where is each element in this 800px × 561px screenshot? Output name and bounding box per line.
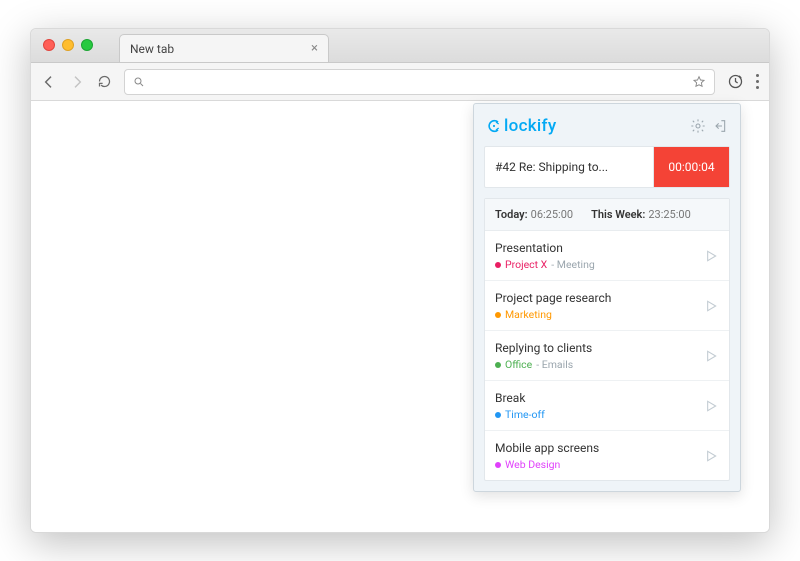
play-icon[interactable] — [703, 398, 719, 414]
tab-close-icon[interactable]: × — [311, 41, 318, 56]
entry-project: Office — [505, 358, 532, 371]
page-content: lockify #42 Re: Shipping to... 00:00:04 — [31, 101, 769, 532]
titlebar: New tab × — [31, 29, 769, 63]
forward-button[interactable] — [69, 74, 85, 90]
popup-header: lockify — [484, 114, 730, 136]
close-window-button[interactable] — [43, 39, 55, 51]
stop-timer-button[interactable]: 00:00:04 — [653, 147, 729, 187]
project-color-dot — [495, 362, 501, 368]
play-icon[interactable] — [703, 448, 719, 464]
search-icon — [133, 76, 145, 88]
entries-panel: Today:06:25:00 This Week:23:25:00 Presen… — [484, 198, 730, 481]
entry-main: Project page research Marketing — [495, 291, 695, 321]
time-entry[interactable]: Presentation Project X - Meeting — [485, 231, 729, 281]
entry-project: Marketing — [505, 308, 552, 321]
settings-icon[interactable] — [690, 118, 706, 134]
summary-week: This Week:23:25:00 — [591, 208, 691, 221]
entry-project: Web Design — [505, 458, 560, 471]
time-entry[interactable]: Replying to clients Office - Emails — [485, 331, 729, 381]
logout-icon[interactable] — [712, 118, 728, 134]
project-color-dot — [495, 312, 501, 318]
maximize-window-button[interactable] — [81, 39, 93, 51]
entry-main: Replying to clients Office - Emails — [495, 341, 695, 371]
reload-button[interactable] — [97, 74, 112, 89]
bookmark-star-icon[interactable] — [692, 75, 706, 89]
entry-subtitle: Marketing — [495, 308, 695, 321]
brand-logo: lockify — [486, 116, 556, 136]
browser-tab[interactable]: New tab × — [119, 34, 329, 62]
brand-c-icon — [486, 118, 502, 134]
entry-task: - Meeting — [551, 258, 595, 271]
entry-subtitle: Project X - Meeting — [495, 258, 695, 271]
clockify-extension-icon[interactable] — [727, 73, 744, 90]
brand-text: lockify — [504, 116, 556, 136]
browser-window: New tab × — [30, 28, 770, 533]
tab-title: New tab — [130, 42, 174, 56]
entry-main: Break Time-off — [495, 391, 695, 421]
summary-today: Today:06:25:00 — [495, 208, 573, 221]
entry-subtitle: Time-off — [495, 408, 695, 421]
entry-project: Time-off — [505, 408, 545, 421]
project-color-dot — [495, 262, 501, 268]
minimize-window-button[interactable] — [62, 39, 74, 51]
timer-elapsed: 00:00:04 — [668, 160, 714, 174]
toolbar — [31, 63, 769, 101]
project-color-dot — [495, 412, 501, 418]
entry-main: Presentation Project X - Meeting — [495, 241, 695, 271]
play-icon[interactable] — [703, 348, 719, 364]
project-color-dot — [495, 462, 501, 468]
active-timer: #42 Re: Shipping to... 00:00:04 — [484, 146, 730, 188]
window-controls — [43, 39, 93, 51]
clockify-popup: lockify #42 Re: Shipping to... 00:00:04 — [473, 103, 741, 492]
entry-subtitle: Web Design — [495, 458, 695, 471]
entry-title: Break — [495, 391, 695, 405]
entry-main: Mobile app screens Web Design — [495, 441, 695, 471]
entry-title: Presentation — [495, 241, 695, 255]
time-entry[interactable]: Mobile app screens Web Design — [485, 431, 729, 480]
entry-task: - Emails — [536, 358, 573, 371]
entry-subtitle: Office - Emails — [495, 358, 695, 371]
address-bar[interactable] — [124, 69, 715, 95]
entry-project: Project X — [505, 258, 547, 271]
time-entry[interactable]: Project page research Marketing — [485, 281, 729, 331]
time-entry[interactable]: Break Time-off — [485, 381, 729, 431]
entry-title: Replying to clients — [495, 341, 695, 355]
entry-title: Mobile app screens — [495, 441, 695, 455]
entry-title: Project page research — [495, 291, 695, 305]
summary-row: Today:06:25:00 This Week:23:25:00 — [485, 199, 729, 231]
browser-menu-button[interactable] — [756, 74, 759, 89]
play-icon[interactable] — [703, 248, 719, 264]
back-button[interactable] — [41, 74, 57, 90]
timer-description[interactable]: #42 Re: Shipping to... — [495, 160, 645, 174]
play-icon[interactable] — [703, 298, 719, 314]
